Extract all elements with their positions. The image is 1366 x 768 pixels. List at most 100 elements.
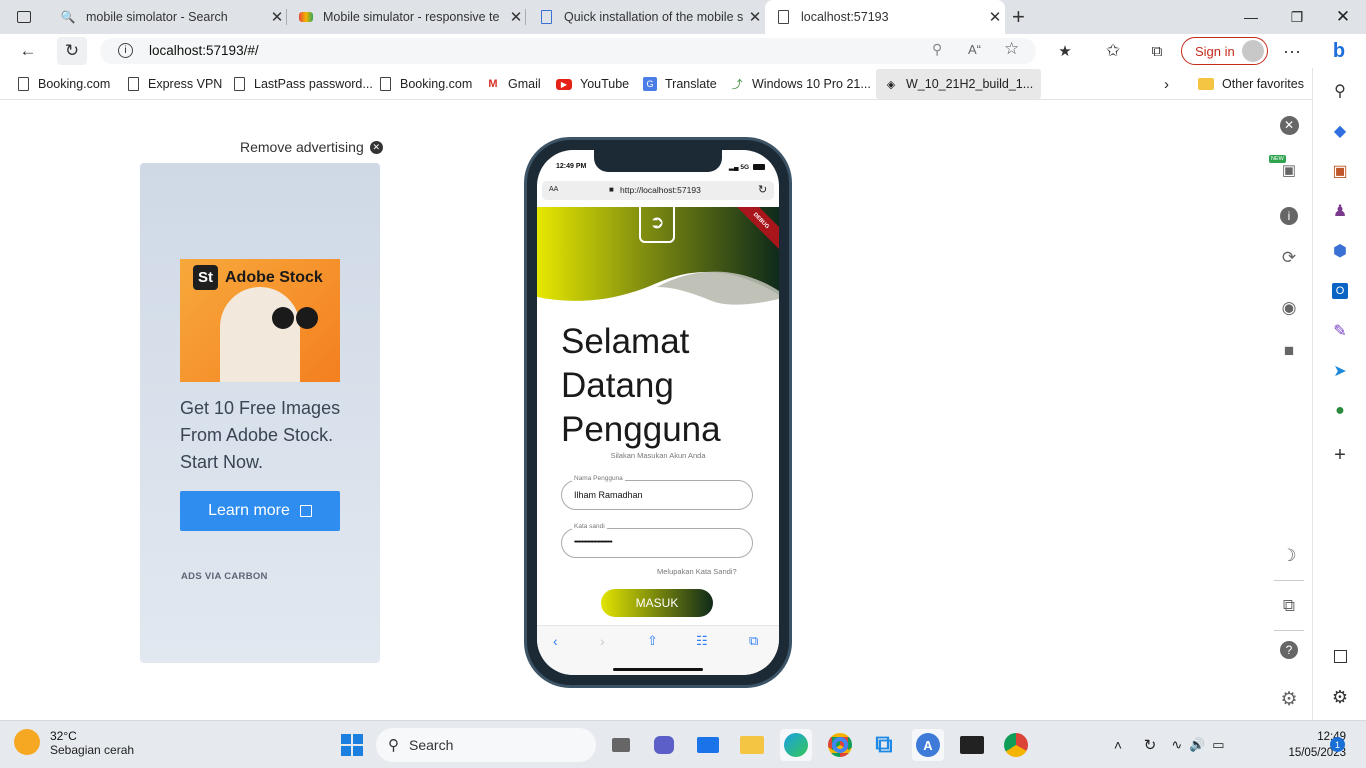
minimize-button[interactable]: — xyxy=(1228,0,1274,34)
dark-mode-button[interactable]: ☽ xyxy=(1277,544,1301,568)
mail-button[interactable] xyxy=(692,729,724,761)
update-tray-icon[interactable]: ↻ xyxy=(1136,729,1164,761)
tab-localhost[interactable]: localhost:57193 ✕ xyxy=(765,0,1005,34)
settings-more-button[interactable]: ··· xyxy=(1277,37,1307,65)
tab-mobile-simulator[interactable]: Mobile simulator - responsive te ✕ xyxy=(289,0,526,34)
tools-button[interactable]: ▣ xyxy=(1328,159,1352,183)
favorite-label: W_10_21H2_build_1... xyxy=(906,77,1034,91)
address-bar[interactable]: i localhost:57193/#/ ⚲ A“ ☆ xyxy=(100,38,1036,64)
favorite-lastpass[interactable]: LastPass password... xyxy=(232,68,373,100)
ads-via-carbon-link[interactable]: ADS VIA CARBON xyxy=(181,571,268,582)
taskbar-search[interactable]: ⚲ Search xyxy=(376,728,596,762)
tab-search[interactable]: 🔍 mobile simolator - Search ✕ xyxy=(50,0,287,34)
safari-address-bar[interactable]: AA ■ http://localhost:57193 ↻ xyxy=(542,181,774,200)
login-button[interactable]: MASUK xyxy=(601,589,713,617)
password-field[interactable]: Kata sandi •••••••••••••••••••••••••• xyxy=(561,523,753,558)
reload-icon[interactable]: ↻ xyxy=(758,183,767,196)
bing-button[interactable]: b xyxy=(1324,37,1354,65)
add-sidebar-app-button[interactable]: + xyxy=(1328,443,1352,467)
favorite-translate[interactable]: G Translate xyxy=(643,68,717,100)
phone-notch xyxy=(594,150,722,172)
close-window-button[interactable]: ✕ xyxy=(1320,0,1366,34)
favorites-button[interactable]: ✩ xyxy=(1098,37,1128,65)
phone-frame: 12:49 PM ▂▄ 5G AA ■ http://localhost:571… xyxy=(524,137,792,688)
hide-sidebar-button[interactable] xyxy=(1328,644,1352,668)
rotate-button[interactable]: ⟳ xyxy=(1277,246,1301,270)
taskbar: 32°C Sebagian cerah ⚲ Search ⧉ A ˄ ↻ ∿ 🔊… xyxy=(0,720,1366,768)
android-studio-button[interactable]: A xyxy=(912,729,944,761)
close-tab-icon[interactable]: ✕ xyxy=(745,8,765,26)
screenshot-button[interactable]: ◉ xyxy=(1277,296,1301,320)
chrome-profile-button[interactable] xyxy=(824,729,856,761)
help-button[interactable]: ? xyxy=(1277,638,1301,662)
designer-button[interactable]: ✎ xyxy=(1328,319,1352,343)
close-tab-icon[interactable]: ✕ xyxy=(267,8,287,26)
games-button[interactable]: ♟ xyxy=(1328,199,1352,223)
tab-actions-button[interactable] xyxy=(0,0,48,34)
chat-button[interactable] xyxy=(648,729,680,761)
info-button[interactable]: i xyxy=(1277,204,1301,228)
search-sidebar-button[interactable]: ⚲ xyxy=(1328,79,1352,103)
sync-icon: ↻ xyxy=(1143,737,1157,754)
favorite-w10-build[interactable]: ◈ W_10_21H2_build_1... xyxy=(876,69,1042,99)
terminal-button[interactable] xyxy=(956,729,988,761)
telegram-button[interactable]: ➤ xyxy=(1328,359,1352,383)
info-icon[interactable]: i xyxy=(118,43,133,58)
network-volume-tray[interactable]: ∿ 🔊 ▭ xyxy=(1168,729,1228,761)
back-button[interactable]: ← xyxy=(13,37,43,65)
task-view-button[interactable] xyxy=(605,729,637,761)
share-button[interactable]: ⧉ xyxy=(1277,594,1301,618)
text-size-button[interactable]: AA xyxy=(549,186,558,193)
extensions-button[interactable]: ★ xyxy=(1050,37,1080,65)
forgot-password-link[interactable]: Melupakan Kata Sandi? xyxy=(657,567,737,576)
learn-more-button[interactable]: Learn more xyxy=(180,491,340,531)
close-simulator-button[interactable]: ✕ xyxy=(1277,113,1301,137)
devices-button[interactable]: ▣ NEW xyxy=(1269,155,1301,182)
other-favorites[interactable]: Other favorites xyxy=(1198,68,1304,100)
close-tab-icon[interactable]: ✕ xyxy=(985,8,1005,26)
refresh-button[interactable]: ↻ xyxy=(57,37,87,65)
new-tab-button[interactable]: + xyxy=(1008,0,1038,34)
favorite-youtube[interactable]: ▶ YouTube xyxy=(556,68,629,100)
safari-back-icon[interactable]: ‹ xyxy=(553,633,558,649)
rotate-icon: ⟳ xyxy=(1281,248,1297,267)
remove-advertising-link[interactable]: Remove advertising ✕ xyxy=(240,139,383,155)
favorite-booking[interactable]: Booking.com xyxy=(16,68,110,100)
record-button[interactable]: ■ xyxy=(1277,339,1301,363)
favorite-booking-2[interactable]: Booking.com xyxy=(378,68,472,100)
favorite-express-vpn[interactable]: Express VPN xyxy=(126,68,222,100)
simulator-settings-button[interactable]: ⚙ xyxy=(1277,687,1301,711)
weather-desc: Sebagian cerah xyxy=(50,743,135,757)
vscode-button[interactable]: ⧉ xyxy=(868,729,900,761)
username-field[interactable]: Nama Pengguna Ilham Ramadhan xyxy=(561,475,753,510)
sign-in-button[interactable]: Sign in xyxy=(1181,37,1268,65)
file-explorer-button[interactable] xyxy=(736,729,768,761)
show-hidden-icons-button[interactable]: ˄ xyxy=(1104,729,1132,761)
restore-button[interactable]: ❐ xyxy=(1274,0,1320,34)
collections-button[interactable]: ⧉ xyxy=(1142,37,1172,65)
safari-bookmarks-icon[interactable]: ☷ xyxy=(696,633,708,649)
outlook-button[interactable]: O xyxy=(1328,279,1352,303)
safari-tabs-icon[interactable]: ⧉ xyxy=(749,633,758,649)
safari-forward-icon[interactable]: › xyxy=(600,633,605,649)
tree-button[interactable]: ● xyxy=(1328,399,1352,423)
edge-button[interactable] xyxy=(780,729,812,761)
tab-quick-installation[interactable]: Quick installation of the mobile s ✕ xyxy=(528,0,765,34)
notification-badge[interactable]: 1 xyxy=(1330,737,1345,752)
favorite-gmail[interactable]: M Gmail xyxy=(486,68,540,100)
read-aloud-icon[interactable]: A“ xyxy=(968,42,981,57)
start-button[interactable] xyxy=(336,729,368,761)
close-tab-icon[interactable]: ✕ xyxy=(506,8,526,26)
add-favorite-icon[interactable]: ☆ xyxy=(1004,39,1019,59)
ad-text[interactable]: Get 10 Free Images From Adobe Stock. Sta… xyxy=(180,395,350,476)
favorite-windows-10[interactable]: ⤴ Windows 10 Pro 21... xyxy=(730,68,871,100)
shopping-button[interactable]: ◆ xyxy=(1328,119,1352,143)
key-icon[interactable]: ⚲ xyxy=(932,41,942,58)
favorites-overflow-button[interactable]: › xyxy=(1164,68,1169,100)
office-button[interactable]: ⬢ xyxy=(1328,239,1352,263)
ad-image[interactable]: St Adobe Stock xyxy=(180,259,340,382)
chrome-button[interactable] xyxy=(1000,729,1032,761)
weather-widget[interactable]: 32°C Sebagian cerah xyxy=(14,729,134,757)
sidebar-settings-button[interactable]: ⚙ xyxy=(1328,685,1352,709)
safari-share-icon[interactable]: ⇧ xyxy=(647,633,658,649)
